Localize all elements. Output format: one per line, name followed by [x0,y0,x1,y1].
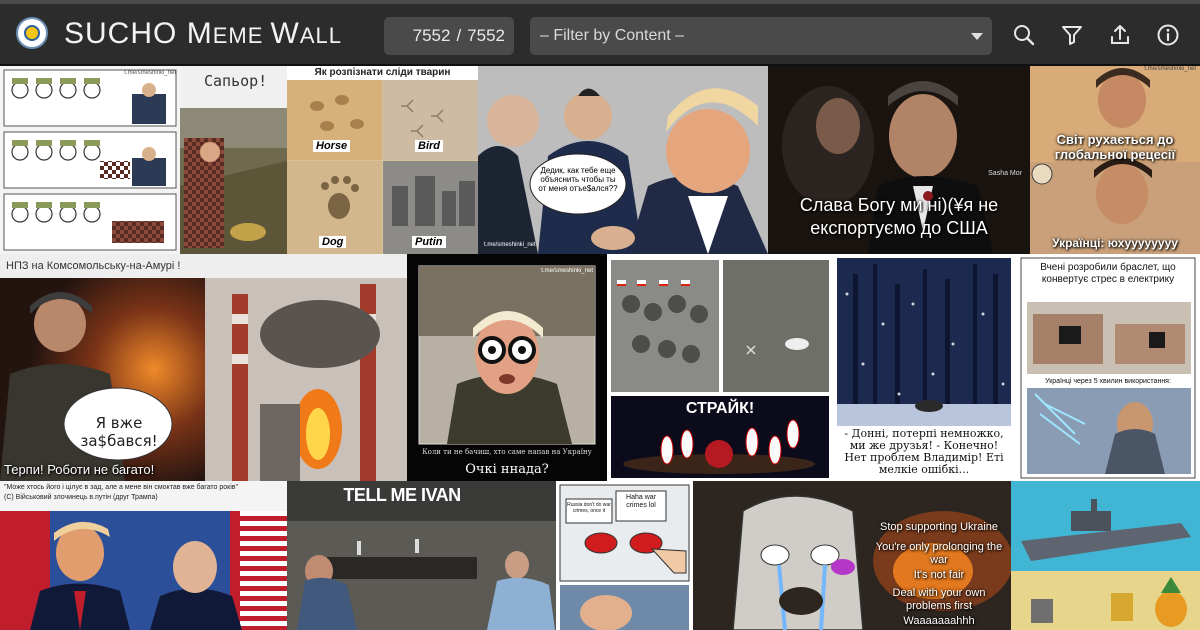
filter-icon[interactable] [1059,22,1085,48]
watermark: t.me/smeshinki_net [484,242,536,248]
watermark: t.me/smeshinki_net [541,268,593,274]
meme-tile-strike[interactable]: СТРАЙК! [607,254,833,481]
wojak-line-4: Deal with your own problems first [892,587,986,612]
strike-caption: СТРАЙК! [685,400,755,417]
search-icon[interactable] [1011,22,1037,48]
snow-caption: - Донні, потерпі немножко, ми же друзья!… [844,427,1004,476]
refinery-bottom: Терпи! Роботи не багато! [4,462,155,477]
wojak-line-3: It's not fair [913,569,965,581]
tracks-label-dog: Dog [319,236,347,248]
tracks-label-horse: Horse [313,140,351,152]
glasses-subcaption: Очкі ннада? [465,462,549,477]
tracks-label-bird: Bird [415,140,443,152]
filter-label: – Filter by Content – [540,27,685,44]
meme-tile-bracelet[interactable]: Вчені розробили браслет, що конвертує ст… [1015,254,1200,481]
bracelet-top-caption: Вчені розробили браслет, що конвертує ст… [1040,262,1176,285]
glasses-caption: Коли ти не бачиш, хто саме напав на Укра… [422,448,592,456]
speech-bubble-text: Дедик, как тебе еще объяснить чтобы ты о… [538,166,618,193]
recession-top-caption: Світ рухається до глобальної рецесії [1054,132,1176,162]
chevron-down-icon [971,33,983,40]
meme-tile-comic-strip[interactable]: t.me/smeshinki_net [0,66,180,254]
meme-tile-glasses[interactable]: t.me/smeshinki_net Коли ти не бачиш, хто… [407,254,607,481]
watermark: t.me/smeshinki_net [124,70,176,76]
counter-shown: 7552 [412,26,451,45]
meme-tile-wojak[interactable]: Stop supporting Ukraine You're only prol… [693,481,1011,630]
trump-quote-text: "Може хтось його і цілує в зад, але а ме… [4,484,239,491]
meme-tile-refinery[interactable]: НПЗ на Комсомольську-на-Амурі ! Я вже за… [0,254,407,481]
wojak-line-1: Stop supporting Ukraine [879,521,998,533]
counter-total: 7552 [467,26,505,45]
wojak-line-2: You're only prolonging the war [875,541,1003,566]
meme-tile-handshake[interactable]: Дедик, как тебе еще объяснить чтобы ты о… [478,66,768,254]
button-right-label: Haha war crimes lol [626,494,656,509]
button-left-label: Russia don't do war crimes, once it [567,502,611,514]
info-icon[interactable] [1155,22,1181,48]
meme-tile-recession[interactable]: t.me/smeshinki_net Світ рухається до гло… [1030,66,1200,254]
trump-quote-sign: (С) Військовий злочинець в.путін (друг Т… [4,494,158,501]
sapor-caption: Сапьор! [204,72,268,90]
meme-tile-snow[interactable]: - Донні, потерпі немножко, ми же друзья!… [833,254,1015,481]
meme-tile-trump-quote[interactable]: "Може хтось його і цілує в зад, але а ме… [0,481,287,630]
sucho-logo-icon[interactable] [16,17,48,49]
signature: Sasha Mor [988,170,1022,177]
tracks-title: Як розпізнати сліди тварин [287,66,478,80]
top-bar: SUCHO MEME WALL 7552 / 7552 – Filter by … [0,0,1200,64]
app-title: SUCHO MEME WALL [64,17,342,50]
upload-icon[interactable] [1107,22,1133,48]
bracelet-mid-caption: Українці через 5 хвилин використання: [1045,378,1171,385]
wojak-line-5: Waaaaaaahhh [903,615,975,627]
meme-tile-warship[interactable] [1011,481,1200,630]
meme-counter[interactable]: 7552 / 7552 [384,17,514,55]
watermark: t.me/smeshinki_net [1144,66,1196,72]
refinery-title: НПЗ на Комсомольську-на-Амурі ! [6,260,181,272]
tell-me-ivan-caption: TELL ME IVAN [343,485,461,505]
meme-tile-sapor[interactable]: Сапьор! [180,66,287,254]
refinery-bubble: Я вже за$бався! [80,414,158,450]
meme-tile-godfather[interactable]: Sasha Mor Слава Богу ми ні)(¥я не експор… [768,66,1030,254]
meme-tile-tell-me-ivan[interactable]: TELL ME IVAN [287,481,556,630]
meme-tile-two-buttons[interactable]: Russia don't do war crimes, once it Haha… [556,481,693,630]
content-filter-select[interactable]: – Filter by Content – [530,17,992,55]
godfather-caption: Слава Богу ми ні)(¥я не експортуємо до С… [799,195,999,238]
counter-separator: / [456,26,462,45]
recession-bottom-caption: Українці: юхуууууууу [1052,236,1178,250]
tracks-label-putin: Putin [412,236,446,248]
meme-tile-animal-tracks[interactable]: Як розпізнати сліди тварин Horse Bird Do… [287,66,478,254]
